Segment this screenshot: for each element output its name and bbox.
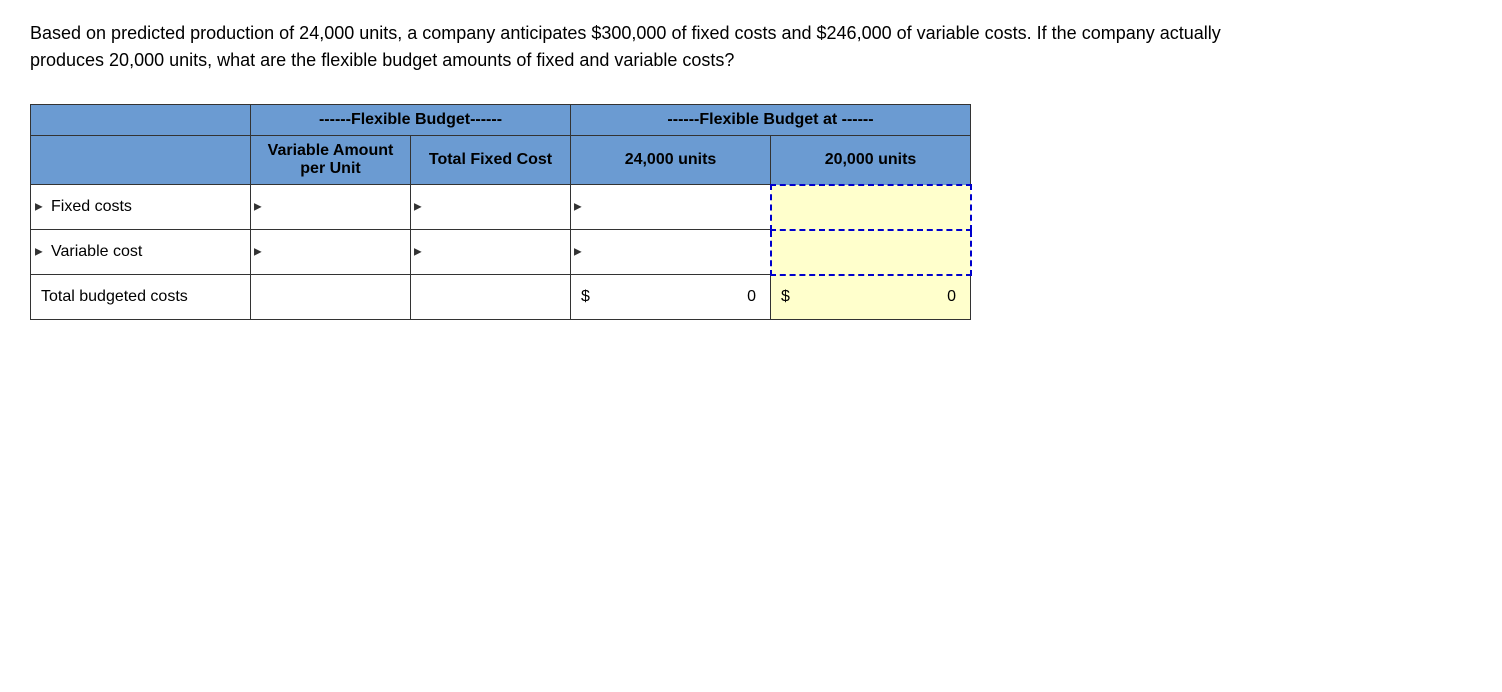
variable-cost-20k-cell[interactable] xyxy=(771,230,971,275)
label-total-budgeted-costs: Total budgeted costs xyxy=(31,275,251,320)
total-budgeted-variable-cell xyxy=(251,275,411,320)
total-budgeted-24k-value-row: $ 0 xyxy=(581,288,760,306)
header-col-variable-amount: Variable Amount per Unit xyxy=(251,136,411,185)
fixed-costs-20k-cell[interactable] xyxy=(771,185,971,230)
table-row-variable-cost: Variable cost xyxy=(31,230,971,275)
total-budgeted-20k-cell[interactable]: $ 0 xyxy=(771,275,971,320)
variable-cost-total-fixed-cell[interactable] xyxy=(411,230,571,275)
header-col-24k: 24,000 units xyxy=(571,136,771,185)
table-row-total-budgeted: Total budgeted costs $ 0 $ 0 xyxy=(31,275,971,320)
fixed-costs-variable-amount-cell[interactable] xyxy=(251,185,411,230)
header-col-empty xyxy=(31,136,251,185)
label-variable-cost: Variable cost xyxy=(31,230,251,275)
question-text: Based on predicted production of 24,000 … xyxy=(30,20,1230,74)
header-row-column-labels: Variable Amount per Unit Total Fixed Cos… xyxy=(31,136,971,185)
label-fixed-costs: Fixed costs xyxy=(31,185,251,230)
header-empty-top-left xyxy=(31,105,251,136)
table-container: ------Flexible Budget------ ------Flexib… xyxy=(30,104,1472,320)
total-budgeted-20k-value-row: $ 0 xyxy=(781,288,960,306)
total-budgeted-20k-value: 0 xyxy=(794,288,960,306)
total-budgeted-24k-dollar-sign: $ xyxy=(581,288,590,306)
header-row-section-labels: ------Flexible Budget------ ------Flexib… xyxy=(31,105,971,136)
header-col-total-fixed: Total Fixed Cost xyxy=(411,136,571,185)
table-row-fixed-costs: Fixed costs xyxy=(31,185,971,230)
total-budgeted-24k-cell[interactable]: $ 0 xyxy=(571,275,771,320)
fixed-costs-24k-cell[interactable] xyxy=(571,185,771,230)
flexible-budget-table: ------Flexible Budget------ ------Flexib… xyxy=(30,104,972,320)
total-budgeted-24k-value: 0 xyxy=(594,288,760,306)
header-col-20k: 20,000 units xyxy=(771,136,971,185)
header-flexible-budget: ------Flexible Budget------ xyxy=(251,105,571,136)
header-flexible-budget-at: ------Flexible Budget at ------ xyxy=(571,105,971,136)
variable-cost-variable-amount-cell[interactable] xyxy=(251,230,411,275)
variable-cost-24k-cell[interactable] xyxy=(571,230,771,275)
total-budgeted-20k-dollar-sign: $ xyxy=(781,288,790,306)
total-budgeted-total-fixed-cell xyxy=(411,275,571,320)
fixed-costs-total-fixed-cell[interactable] xyxy=(411,185,571,230)
